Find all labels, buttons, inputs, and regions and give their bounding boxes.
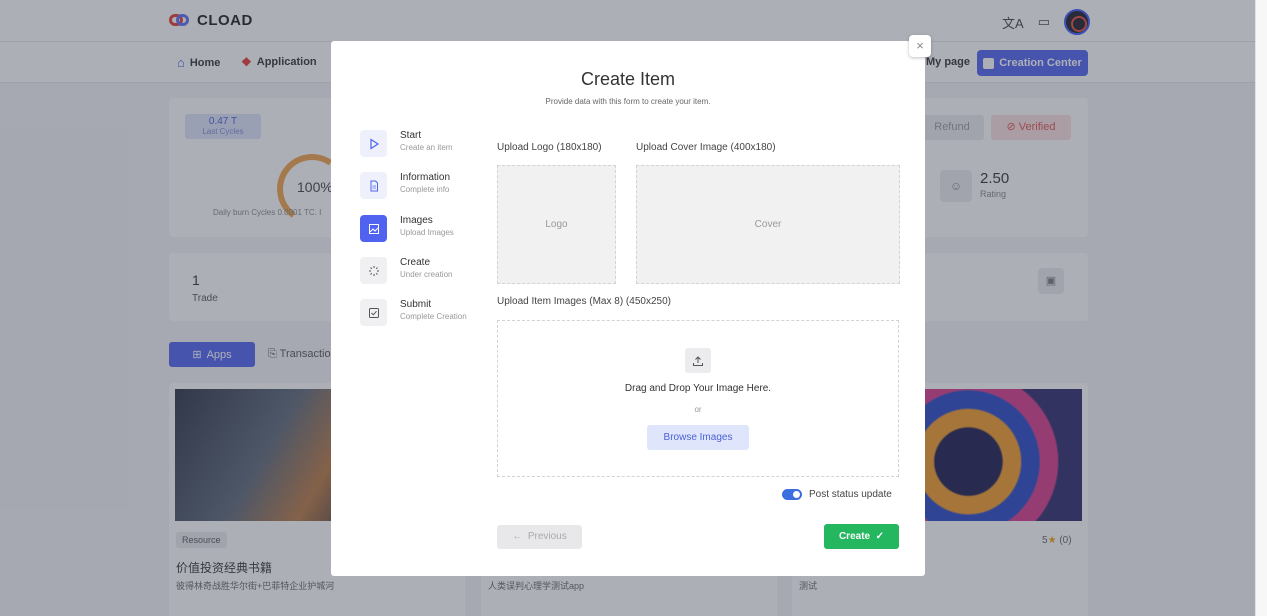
step-name: Submit [400,299,432,310]
document-icon [360,172,387,199]
scrollbar[interactable] [1255,0,1267,616]
arrow-left-icon: ← [512,531,523,542]
loader-icon [360,257,387,284]
step-desc: Create an item [400,143,453,152]
step-name: Create [400,257,431,268]
step-name: Information [400,172,451,183]
drop-text: Drag and Drop Your Image Here. [624,383,772,394]
checkbox-icon [360,299,387,326]
create-button[interactable]: Create ✓ [824,524,899,549]
play-icon [360,130,387,157]
cover-upload-label: Upload Cover Image (400x180) [636,142,776,153]
image-icon [360,215,387,242]
cover-placeholder: Cover [754,219,782,230]
check-icon: ✓ [875,531,885,542]
step-desc: Complete Creation [400,312,467,321]
modal-title: Create Item [580,69,676,89]
post-status-toggle[interactable] [782,489,802,500]
step-desc: Upload Images [400,228,454,237]
post-status-label: Post status update [809,489,892,500]
previous-label: Previous [527,531,567,542]
browse-images-button[interactable]: Browse Images [647,425,749,450]
logo-placeholder: Logo [545,219,568,230]
upload-icon [685,348,711,373]
step-desc: Complete info [400,185,450,194]
modal-subtitle: Provide data with this form to create yo… [545,97,711,106]
close-modal-button[interactable]: × [909,35,931,57]
drop-or: or [694,405,702,414]
logo-dropzone[interactable]: Logo [497,165,616,284]
step-name: Images [400,215,433,226]
cover-dropzone[interactable]: Cover [636,165,900,284]
previous-button[interactable]: ← Previous [497,525,582,549]
item-images-dropzone[interactable]: Drag and Drop Your Image Here. or Browse… [497,320,899,477]
create-item-modal: Create Item Provide data with this form … [331,41,925,576]
item-images-label: Upload Item Images (Max 8) (450x250) [497,296,671,307]
step-name: Start [400,130,422,141]
logo-upload-label: Upload Logo (180x180) [497,142,602,153]
step-desc: Under creation [400,270,453,279]
create-label: Create [838,531,871,542]
